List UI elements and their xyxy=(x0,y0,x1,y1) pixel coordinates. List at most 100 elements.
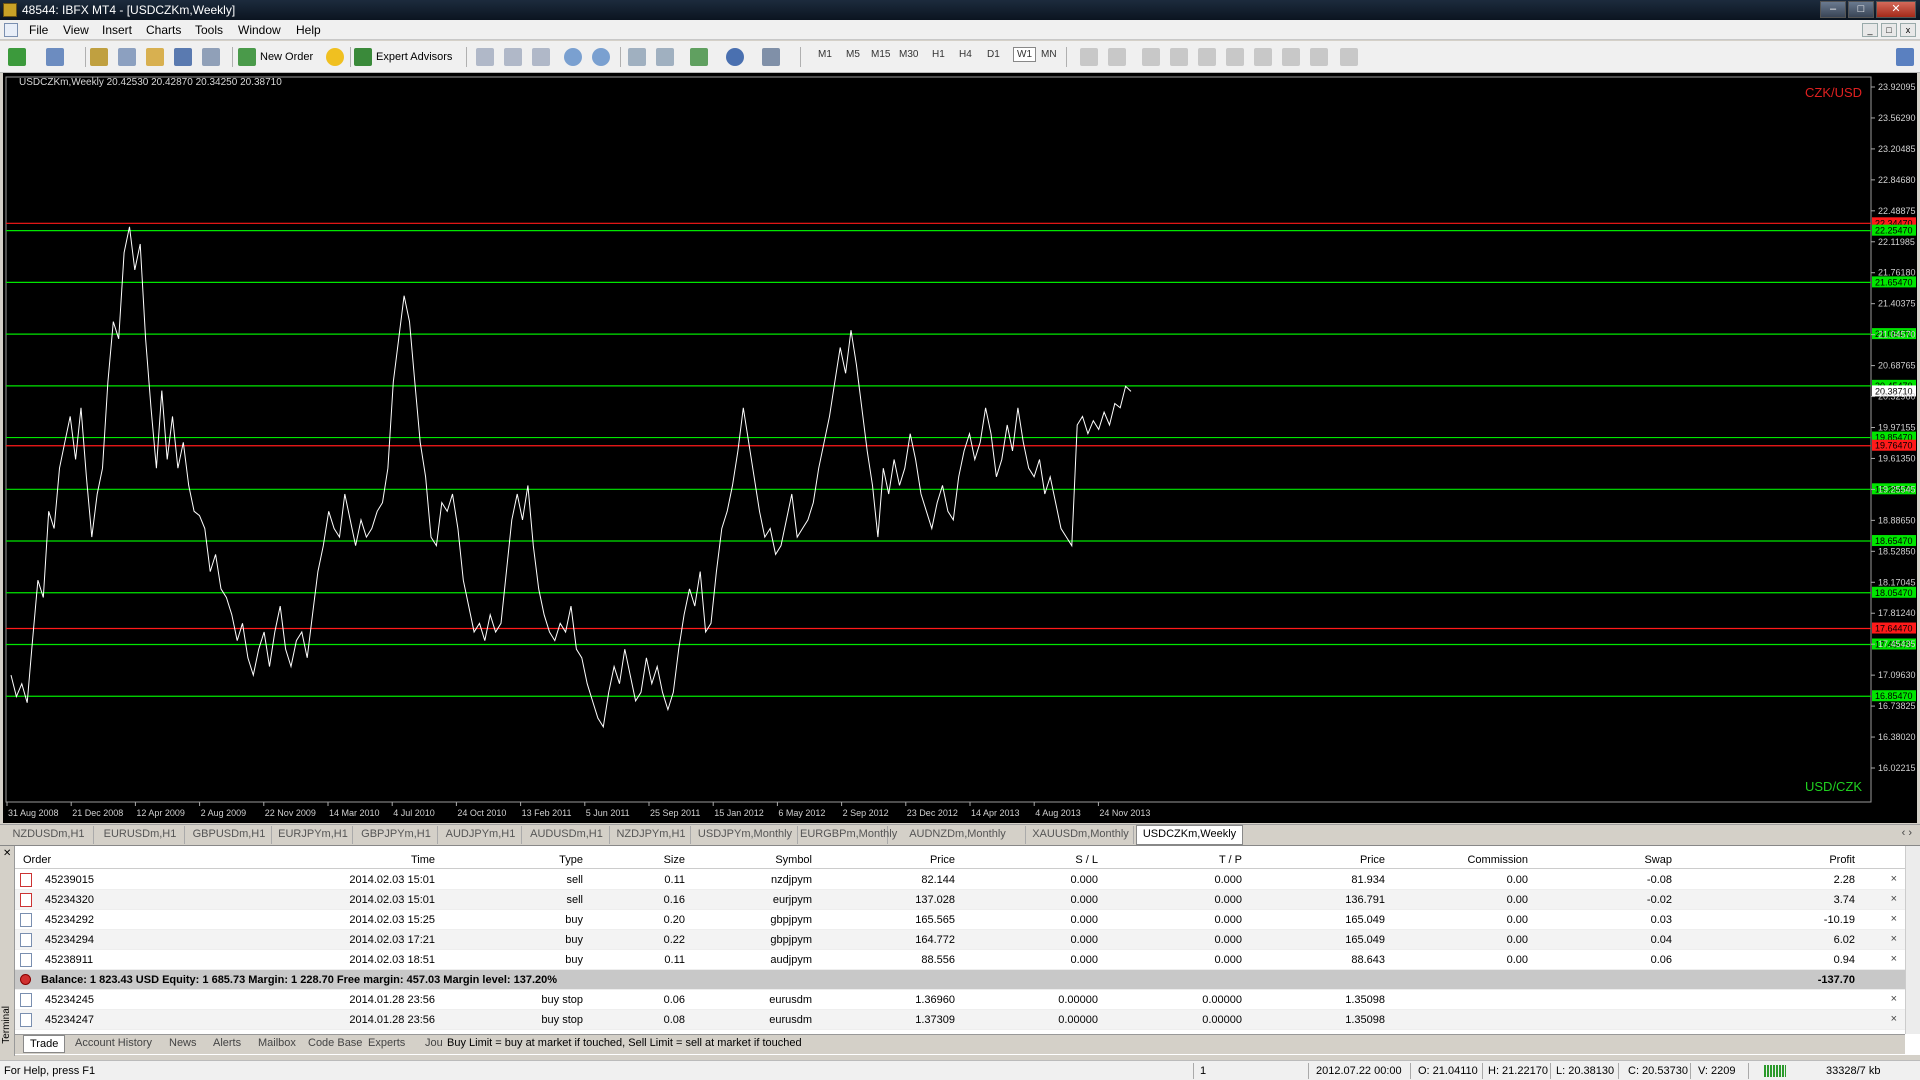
mdi-close-button[interactable]: x xyxy=(1900,23,1916,37)
chart-tab[interactable]: NZDJPYm,H1 xyxy=(612,826,691,844)
market-watch-icon[interactable] xyxy=(90,48,108,66)
chart-tab[interactable]: GBPUSDm,H1 xyxy=(187,826,272,844)
timeframe-m15[interactable]: M15 xyxy=(871,49,890,60)
timeframe-h4[interactable]: H4 xyxy=(959,49,972,60)
bar-chart-icon[interactable] xyxy=(476,48,494,66)
close-order-icon[interactable]: × xyxy=(1891,953,1897,965)
order-row[interactable]: 45238911 2014.02.03 18:51 buy 0.11 audjpym 88… xyxy=(15,950,1905,970)
terminal-tab[interactable]: Experts xyxy=(368,1037,405,1049)
new-order-button[interactable]: New Order xyxy=(260,47,313,67)
chart-tab[interactable]: EURJPYm,H1 xyxy=(274,826,353,844)
column-header[interactable]: T / P xyxy=(1219,854,1242,866)
chart-tab[interactable]: EURGBPm,Monthly xyxy=(800,826,897,844)
terminal-scrollbar[interactable] xyxy=(1905,846,1920,1034)
new-order-icon[interactable] xyxy=(238,48,256,66)
chart-tab[interactable]: AUDJPYm,H1 xyxy=(440,826,522,844)
order-row[interactable]: 45234320 2014.02.03 15:01 sell 0.16 eurjpym 1… xyxy=(15,890,1905,910)
periods-icon[interactable] xyxy=(726,48,744,66)
cursor-icon[interactable] xyxy=(1080,48,1098,66)
price-chart[interactable]: 22.3447022.2547021.6547021.0547020.45470… xyxy=(3,73,1917,823)
terminal-tab[interactable]: Jou xyxy=(425,1037,443,1049)
timeframe-m1[interactable]: M1 xyxy=(818,49,832,60)
terminal-close-icon[interactable]: ✕ xyxy=(3,848,11,859)
column-header[interactable]: Order xyxy=(23,854,51,866)
community-icon[interactable] xyxy=(1896,48,1914,66)
menu-insert[interactable]: Insert xyxy=(102,23,132,37)
terminal-icon[interactable] xyxy=(174,48,192,66)
document-icon[interactable] xyxy=(4,23,18,37)
timeframe-m5[interactable]: M5 xyxy=(846,49,860,60)
crosshair-icon[interactable] xyxy=(1108,48,1126,66)
terminal-tab[interactable]: Trade xyxy=(23,1035,66,1053)
order-row[interactable]: 45234292 2014.02.03 15:25 buy 0.20 gbpjpym 16… xyxy=(15,910,1905,930)
maximize-button[interactable]: □ xyxy=(1848,1,1874,18)
chart-shift-icon[interactable] xyxy=(656,48,674,66)
column-header[interactable]: Swap xyxy=(1644,854,1672,866)
chart-tab[interactable]: GBPJPYm,H1 xyxy=(355,826,438,844)
navigator-icon[interactable] xyxy=(118,48,136,66)
zoom-in-icon[interactable] xyxy=(564,48,582,66)
vertical-line-icon[interactable] xyxy=(1142,48,1160,66)
terminal-tab[interactable]: Mailbox xyxy=(258,1037,296,1049)
menu-help[interactable]: Help xyxy=(296,23,321,37)
alert-icon[interactable] xyxy=(326,48,344,66)
pending-order-row[interactable]: 45234247 2014.01.28 23:56 buy stop 0.08 euru… xyxy=(15,1010,1905,1030)
column-header[interactable]: Size xyxy=(664,854,685,866)
menu-window[interactable]: Window xyxy=(238,23,281,37)
minimize-button[interactable]: – xyxy=(1820,1,1846,18)
close-order-icon[interactable]: × xyxy=(1891,873,1897,885)
column-header[interactable]: Commission xyxy=(1467,854,1528,866)
equidistant-channel-icon[interactable] xyxy=(1226,48,1244,66)
chart-tab[interactable]: USDJPYm,Monthly xyxy=(693,826,798,844)
expert-advisors-icon[interactable] xyxy=(354,48,372,66)
new-chart-icon[interactable] xyxy=(8,48,26,66)
menu-view[interactable]: View xyxy=(63,23,89,37)
chart-tab[interactable]: AUDNZDm,Monthly xyxy=(890,826,1026,844)
column-header[interactable]: Price xyxy=(930,854,955,866)
timeframe-mn[interactable]: MN xyxy=(1041,49,1057,60)
close-order-icon[interactable]: × xyxy=(1891,1013,1897,1025)
column-header[interactable]: Symbol xyxy=(775,854,812,866)
menu-charts[interactable]: Charts xyxy=(146,23,181,37)
chart-tab[interactable]: EURUSDm,H1 xyxy=(96,826,185,844)
text-icon[interactable] xyxy=(1282,48,1300,66)
terminal-tab[interactable]: News xyxy=(169,1037,197,1049)
templates-icon[interactable] xyxy=(762,48,780,66)
favorites-icon[interactable] xyxy=(146,48,164,66)
close-order-icon[interactable]: × xyxy=(1891,913,1897,925)
close-button[interactable]: ✕ xyxy=(1876,1,1916,18)
order-row[interactable]: 45239015 2014.02.03 15:01 sell 0.11 nzdjpym 8… xyxy=(15,870,1905,890)
column-header[interactable]: Type xyxy=(559,854,583,866)
autoscroll-icon[interactable] xyxy=(628,48,646,66)
chart-tab[interactable]: AUDUSDm,H1 xyxy=(524,826,610,844)
terminal-tab[interactable]: Account History xyxy=(75,1037,152,1049)
column-header[interactable]: Price xyxy=(1360,854,1385,866)
close-order-icon[interactable]: × xyxy=(1891,893,1897,905)
close-order-icon[interactable]: × xyxy=(1891,993,1897,1005)
fibonacci-icon[interactable] xyxy=(1254,48,1272,66)
order-row[interactable]: 45234294 2014.02.03 17:21 buy 0.22 gbpjpym 16… xyxy=(15,930,1905,950)
menu-file[interactable]: File xyxy=(29,23,48,37)
close-order-icon[interactable]: × xyxy=(1891,933,1897,945)
arrows-icon[interactable] xyxy=(1340,48,1358,66)
candlestick-icon[interactable] xyxy=(504,48,522,66)
chart-tab[interactable]: XAUUSDm,Monthly xyxy=(1028,826,1134,844)
expert-advisors-button[interactable]: Expert Advisors xyxy=(376,47,452,67)
column-header[interactable]: Profit xyxy=(1829,854,1855,866)
terminal-tab[interactable]: Code Base xyxy=(308,1037,362,1049)
column-header[interactable]: Time xyxy=(411,854,435,866)
pending-order-row[interactable]: 45234245 2014.01.28 23:56 buy stop 0.06 euru… xyxy=(15,990,1905,1010)
zoom-out-icon[interactable] xyxy=(592,48,610,66)
column-header[interactable]: S / L xyxy=(1075,854,1098,866)
trendline-icon[interactable] xyxy=(1198,48,1216,66)
strategy-tester-icon[interactable] xyxy=(202,48,220,66)
timeframe-w1[interactable]: W1 xyxy=(1013,47,1036,62)
text-label-icon[interactable] xyxy=(1310,48,1328,66)
profiles-icon[interactable] xyxy=(46,48,64,66)
timeframe-m30[interactable]: M30 xyxy=(899,49,918,60)
chart-tab[interactable]: USDCZKm,Weekly xyxy=(1136,825,1243,845)
menu-tools[interactable]: Tools xyxy=(195,23,223,37)
horizontal-line-icon[interactable] xyxy=(1170,48,1188,66)
chart-tab[interactable]: NZDUSDm,H1 xyxy=(4,826,94,844)
indicators-icon[interactable] xyxy=(690,48,708,66)
